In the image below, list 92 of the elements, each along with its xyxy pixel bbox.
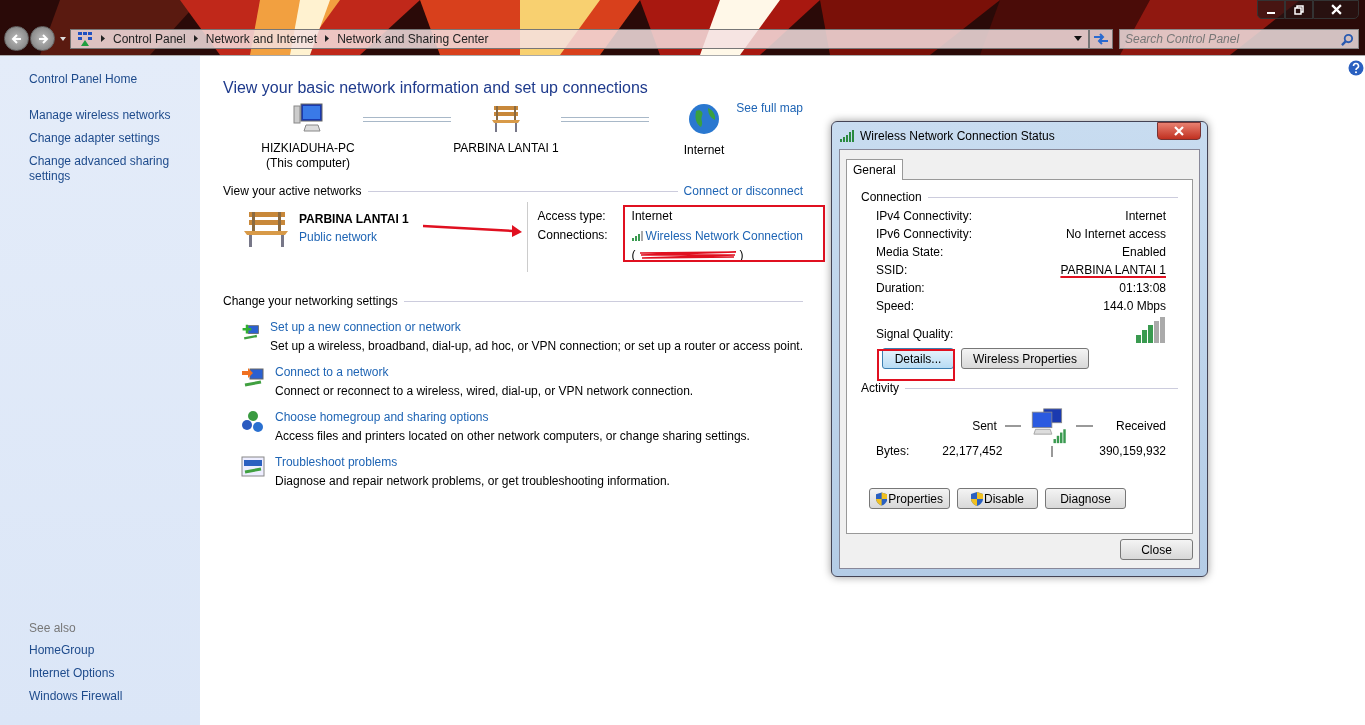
dialog-button[interactable]: Diagnose: [1045, 488, 1126, 509]
field-value: 01:13:08: [1119, 280, 1166, 297]
field-label: IPv6 Connectivity:: [876, 226, 973, 243]
field-label: Speed:: [876, 298, 915, 315]
tab[interactable]: General: [846, 159, 903, 180]
refresh-icon: [1093, 31, 1109, 46]
help-icon[interactable]: [1348, 60, 1364, 76]
refresh-button[interactable]: [1089, 28, 1113, 49]
computer-icon[interactable]: [292, 103, 324, 133]
forward-icon: [36, 32, 49, 45]
troubleshoot-icon: [241, 455, 265, 479]
group-heading: Connection: [861, 190, 922, 204]
access-type-value: Internet: [631, 208, 673, 225]
field-label: Media State:: [876, 244, 944, 261]
received-label: Received: [1114, 419, 1166, 433]
access-type-label: Access type:: [537, 208, 607, 225]
node-sublabel: (This computer): [266, 156, 350, 171]
control-panel-icon: [77, 30, 93, 47]
field-value: Internet: [1125, 208, 1166, 225]
bench-icon[interactable]: [490, 103, 522, 133]
field-label: Signal Quality:: [876, 326, 954, 343]
close-dialog-button[interactable]: Close: [1120, 539, 1193, 560]
connect-link[interactable]: Connect or disconnect: [683, 184, 803, 198]
bytes-sent: 22,177,452: [942, 444, 1003, 458]
breadcrumb-item[interactable]: Network and Internet: [205, 31, 318, 46]
chevron-icon: [193, 35, 198, 42]
sidebar-link[interactable]: Change adapter settings: [29, 131, 189, 146]
section-heading: View your active networks: [223, 184, 362, 198]
field-label: IPv4 Connectivity:: [876, 208, 973, 225]
node-label: HIZKIADUHA-PC: [261, 141, 355, 156]
close-button[interactable]: [1313, 0, 1359, 19]
dialog-button[interactable]: Disable: [957, 488, 1038, 509]
sidebar-link[interactable]: Change advanced sharing settings: [29, 154, 189, 184]
field-label: Duration:: [876, 280, 925, 297]
close-icon: [1174, 126, 1184, 136]
minimize-icon: [1267, 11, 1275, 14]
field-value: 144.0 Mbps: [1103, 298, 1166, 315]
close-button[interactable]: [1157, 122, 1201, 140]
dialog-button[interactable]: Details...: [882, 348, 954, 369]
chevron-icon: [101, 35, 105, 42]
task-link[interactable]: Set up a new connection or network: [270, 320, 803, 334]
node-label: Internet: [683, 143, 725, 158]
node-label: PARBINA LANTAI 1: [453, 141, 559, 156]
dialog-button[interactable]: Properties: [869, 488, 950, 509]
bytes-received: 390,159,932: [1098, 444, 1166, 458]
sidebar-link[interactable]: Manage wireless networks: [29, 108, 189, 123]
see-also-heading: See also: [29, 621, 77, 635]
breadcrumb-item[interactable]: Network and Sharing Center: [337, 31, 489, 46]
sidebar-link[interactable]: Windows Firewall: [29, 689, 189, 704]
group-heading: Activity: [861, 381, 899, 395]
field-value: Enabled: [1121, 244, 1166, 261]
sidebar-link[interactable]: Internet Options: [29, 666, 189, 681]
dialog-title: Wireless Network Connection Status: [860, 128, 1055, 143]
sent-label: Sent: [971, 419, 997, 433]
signal-icon: [631, 230, 644, 241]
see-full-map-link[interactable]: See full map: [736, 101, 803, 115]
dialog-button[interactable]: Wireless Properties: [961, 348, 1089, 369]
task-description: Set up a wireless, broadband, dial-up, ad hoc, or VPN connection; or set up a router or access point.: [270, 339, 803, 353]
signal-icon: [840, 129, 856, 142]
address-bar[interactable]: Control Panel Network and Internet Network and Sharing Center: [70, 28, 1089, 49]
breadcrumb-item[interactable]: Control Panel: [113, 31, 186, 46]
network-type-link[interactable]: Public network: [299, 230, 409, 244]
homegroup-icon: [241, 410, 265, 434]
task-description: Connect or reconnect to a wireless, wired, dial-up, or VPN network connection.: [275, 384, 694, 398]
task-link[interactable]: Connect to a network: [275, 365, 694, 379]
signal-bars-icon: [1136, 317, 1166, 343]
field-label: SSID:: [876, 262, 908, 279]
task-description: Access files and printers located on other network computers, or change sharing settings.: [275, 429, 750, 443]
dropdown-icon[interactable]: [1074, 36, 1082, 41]
page-title: View your basic network information and set up connections: [223, 79, 649, 97]
restore-icon: [1294, 4, 1304, 15]
back-icon: [10, 32, 23, 45]
task-link[interactable]: Choose homegroup and sharing options: [275, 410, 750, 424]
minimize-button[interactable]: [1257, 0, 1285, 19]
connection-link[interactable]: Wireless Network Connection: [645, 227, 803, 244]
field-value: PARBINA LANTAI 1: [1060, 262, 1166, 279]
globe-icon[interactable]: [688, 103, 720, 135]
network-name: PARBINA LANTAI 1: [299, 212, 409, 226]
chevron-icon: [325, 35, 330, 42]
section-heading: Change your networking settings: [223, 294, 398, 308]
connections-label: Connections:: [537, 227, 609, 244]
task-link[interactable]: Troubleshoot problems: [275, 455, 670, 469]
search-icon: [1341, 32, 1354, 46]
bytes-label: Bytes:: [876, 444, 911, 458]
task-description: Diagnose and repair network problems, or get troubleshooting information.: [275, 474, 670, 488]
connect-icon: [241, 365, 265, 389]
sidebar-link[interactable]: Control Panel Home: [29, 72, 189, 87]
dropdown-icon[interactable]: [60, 36, 66, 41]
sidebar-link[interactable]: HomeGroup: [29, 643, 189, 658]
restore-button[interactable]: [1285, 0, 1313, 19]
close-icon: [1330, 4, 1342, 15]
field-value: No Internet access: [1065, 226, 1166, 243]
